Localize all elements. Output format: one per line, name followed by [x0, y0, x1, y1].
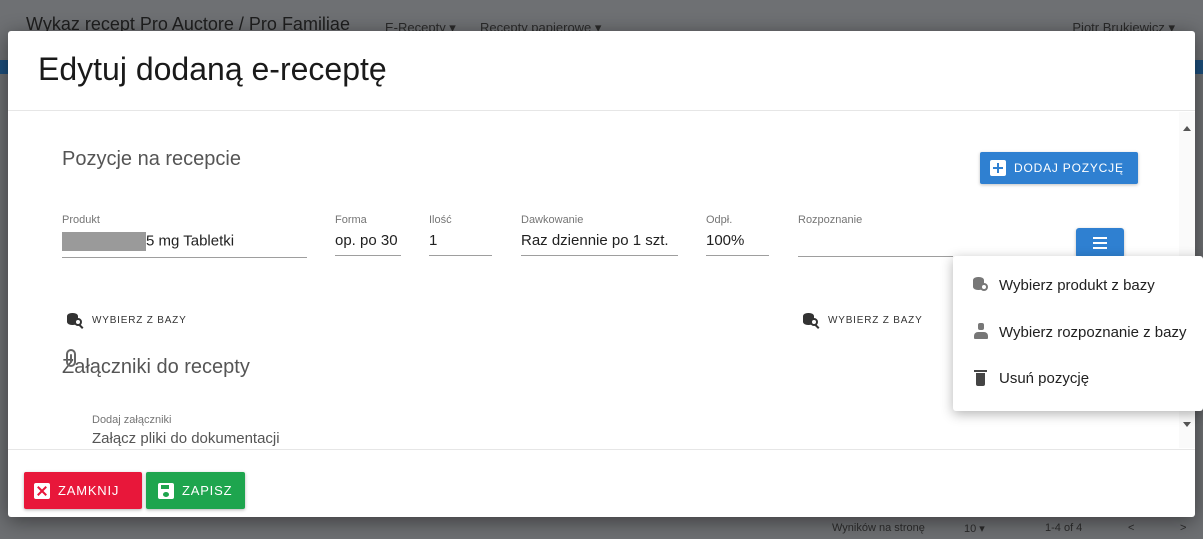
attachments-section-title: Załączniki do recepty [62, 356, 250, 378]
product-field[interactable]: Produkt 5 mg Tabletki [62, 214, 307, 258]
menu-icon-bar [1093, 242, 1107, 244]
plus-icon [990, 160, 1006, 176]
dialog-header: Edytuj dodaną e-receptę [8, 31, 1195, 111]
attachments-input[interactable]: Załącz pliki do dokumentacji [92, 430, 1138, 447]
positions-section-title: Pozycje na recepcie [62, 148, 241, 170]
refund-underline [706, 255, 769, 256]
paperclip-icon [66, 349, 76, 367]
database-search-icon [973, 276, 989, 294]
product-value-text: 5 mg Tabletki [146, 232, 235, 250]
database-search-icon [802, 312, 820, 329]
row-actions-dropdown: Wybierz produkt z bazy Wybierz rozpoznan… [953, 256, 1203, 411]
dosage-value[interactable]: Raz dziennie po 1 szt. [521, 232, 678, 249]
menu-icon-bar [1093, 237, 1107, 239]
form-value[interactable]: op. po 30 [335, 232, 401, 249]
menu-item-pick-product[interactable]: Wybierz produkt z bazy [953, 265, 1203, 305]
pick-product-label: WYBIERZ Z BAZY [92, 314, 187, 326]
close-icon [34, 482, 50, 499]
menu-item-label: Wybierz rozpoznanie z bazy [999, 323, 1187, 341]
dosage-label: Dawkowanie [521, 214, 584, 226]
quantity-field[interactable]: Ilość 1 [429, 214, 492, 256]
dosage-underline [521, 255, 678, 256]
quantity-underline [429, 255, 492, 256]
pick-product-from-db-button[interactable]: WYBIERZ Z BAZY [66, 312, 187, 329]
quantity-value[interactable]: 1 [429, 232, 492, 249]
dosage-field[interactable]: Dawkowanie Raz dziennie po 1 szt. [521, 214, 678, 256]
dialog-footer: ZAMKNIJ ZAPISZ [8, 449, 1195, 517]
pagination-next-button[interactable]: > [1180, 522, 1186, 534]
product-underline [62, 257, 307, 258]
form-underline [335, 255, 401, 256]
diagnosis-field[interactable]: Rozpoznanie [798, 214, 953, 257]
add-position-label: DODAJ POZYCJĘ [1014, 161, 1124, 175]
refund-field[interactable]: Odpł. 100% [706, 214, 769, 256]
diagnosis-value[interactable] [798, 232, 953, 250]
product-label: Produkt [62, 214, 100, 226]
trash-icon [973, 369, 989, 387]
redacted-block [62, 232, 146, 251]
pagination-prev-button[interactable]: < [1128, 522, 1134, 534]
add-position-button[interactable]: DODAJ POZYCJĘ [980, 152, 1138, 184]
database-search-icon [66, 312, 84, 329]
menu-item-label: Usuń pozycję [999, 369, 1090, 387]
background-accent-right [1195, 60, 1203, 74]
diagnosis-underline [798, 256, 953, 257]
row-menu-button[interactable] [1076, 228, 1124, 258]
save-label: ZAPISZ [182, 483, 233, 498]
close-label: ZAMKNIJ [58, 483, 120, 498]
menu-item-label: Wybierz produkt z bazy [999, 276, 1155, 294]
pick-diagnosis-label: WYBIERZ Z BAZY [828, 314, 923, 326]
form-label: Forma [335, 214, 367, 226]
scroll-down-arrow-icon[interactable] [1183, 422, 1191, 427]
background-accent-left [0, 60, 8, 74]
dialog-title: Edytuj dodaną e-receptę [38, 51, 387, 87]
refund-value[interactable]: 100% [706, 232, 769, 249]
per-page-label: Wyników na stronę [832, 522, 925, 534]
product-value[interactable]: 5 mg Tabletki [62, 232, 307, 251]
pagination-range: 1-4 of 4 [1045, 522, 1083, 534]
menu-item-pick-diagnosis[interactable]: Wybierz rozpoznanie z bazy [953, 312, 1203, 352]
menu-item-delete-position[interactable]: Usuń pozycję [953, 358, 1203, 398]
per-page-select[interactable]: 10 ▾ [964, 522, 985, 535]
scroll-up-arrow-icon[interactable] [1183, 126, 1191, 131]
refund-label: Odpł. [706, 214, 733, 226]
close-button[interactable]: ZAMKNIJ [24, 472, 142, 509]
save-button[interactable]: ZAPISZ [146, 472, 245, 509]
quantity-label: Ilość [429, 214, 452, 226]
attachments-field[interactable]: Dodaj załączniki Załącz pliki do dokumen… [92, 414, 1138, 448]
attachments-label: Dodaj załączniki [92, 414, 172, 426]
form-field[interactable]: Forma op. po 30 [335, 214, 401, 256]
doctor-icon [973, 323, 989, 341]
menu-icon-bar [1093, 247, 1107, 249]
diagnosis-label: Rozpoznanie [798, 214, 863, 226]
pick-diagnosis-from-db-button[interactable]: WYBIERZ Z BAZY [802, 312, 923, 329]
save-icon [158, 482, 174, 499]
